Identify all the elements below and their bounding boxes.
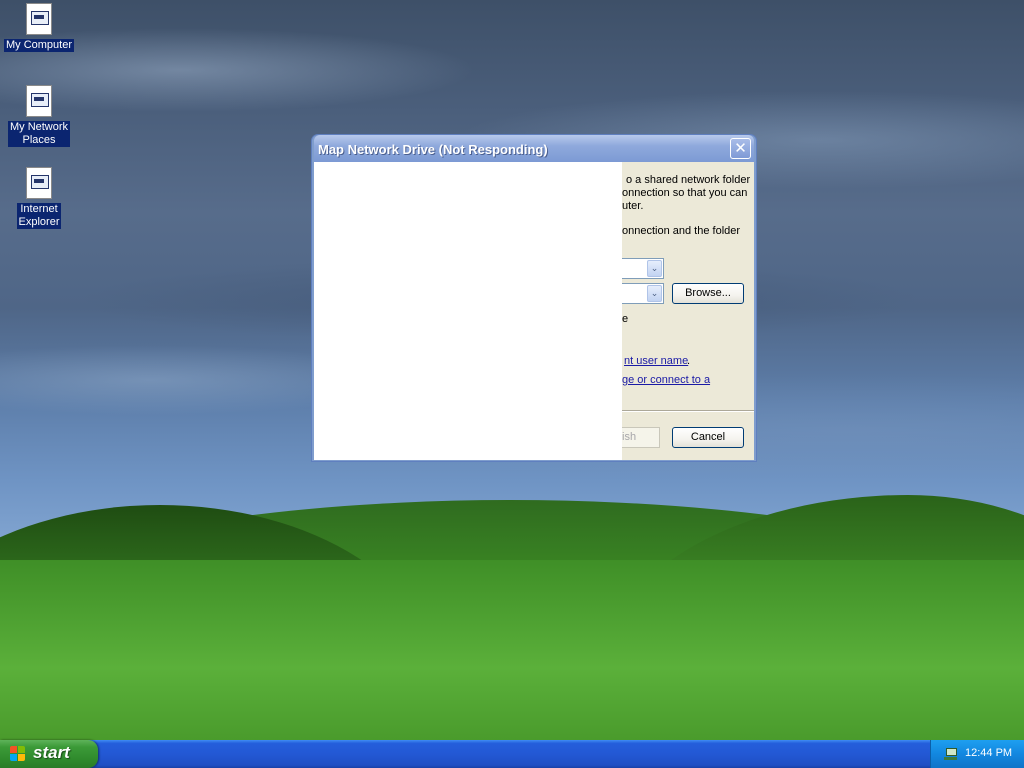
document-window-icon bbox=[26, 3, 52, 35]
unpainted-blank-area bbox=[314, 162, 622, 460]
finish-button[interactable]: ish bbox=[622, 427, 660, 448]
desktop-icon-label: My Network Places bbox=[7, 121, 71, 147]
folder-combo[interactable]: ⌄ bbox=[622, 283, 664, 304]
wallpaper-meadow bbox=[0, 560, 1024, 740]
start-label: start bbox=[33, 743, 70, 762]
start-button[interactable]: start bbox=[0, 740, 98, 768]
drive-combo[interactable]: ⌄ bbox=[622, 258, 664, 279]
description-line-3: uter. bbox=[622, 200, 644, 212]
close-icon: ✕ bbox=[734, 140, 747, 157]
different-user-name-link[interactable]: nt user name bbox=[624, 355, 688, 368]
description-line-2: onnection so that you can bbox=[622, 187, 748, 199]
desktop-icon-my-computer[interactable]: My Computer bbox=[1, 3, 77, 52]
document-window-icon bbox=[26, 85, 52, 117]
windows-logo-icon bbox=[10, 746, 26, 762]
taskbar-clock[interactable]: 12:44 PM bbox=[965, 747, 1012, 760]
dialog-client-area: o a shared network folder onnection so t… bbox=[314, 162, 754, 460]
desktop-icon-label: Internet Explorer bbox=[16, 203, 62, 229]
reconnect-checkbox-label-fragment: e bbox=[622, 313, 629, 325]
online-storage-link[interactable]: ge or connect to a bbox=[622, 374, 710, 387]
close-button[interactable]: ✕ bbox=[730, 138, 751, 159]
cancel-button[interactable]: Cancel bbox=[672, 427, 744, 448]
desktop-icon-label: My Computer bbox=[3, 39, 75, 52]
dialog-title-bar[interactable]: Map Network Drive (Not Responding) ✕ bbox=[314, 135, 754, 162]
document-window-icon bbox=[26, 167, 52, 199]
desktop-icon-internet-explorer[interactable]: Internet Explorer bbox=[1, 167, 77, 229]
map-network-drive-dialog: Map Network Drive (Not Responding) ✕ o a… bbox=[311, 134, 757, 462]
taskbar: start 12:44 PM bbox=[0, 740, 1024, 768]
desktop-icon-my-network-places[interactable]: My Network Places bbox=[1, 85, 77, 147]
chevron-down-icon[interactable]: ⌄ bbox=[647, 285, 662, 302]
button-separator bbox=[622, 410, 754, 412]
dialog-title: Map Network Drive (Not Responding) bbox=[318, 142, 548, 157]
safely-remove-hardware-icon[interactable] bbox=[943, 746, 959, 762]
description-line-1: o a shared network folder bbox=[626, 174, 751, 186]
browse-button[interactable]: Browse... bbox=[672, 283, 744, 304]
description-line-4: onnection and the folder bbox=[622, 225, 741, 237]
system-tray: 12:44 PM bbox=[930, 740, 1024, 768]
chevron-down-icon[interactable]: ⌄ bbox=[647, 260, 662, 277]
link-period: . bbox=[687, 355, 691, 367]
